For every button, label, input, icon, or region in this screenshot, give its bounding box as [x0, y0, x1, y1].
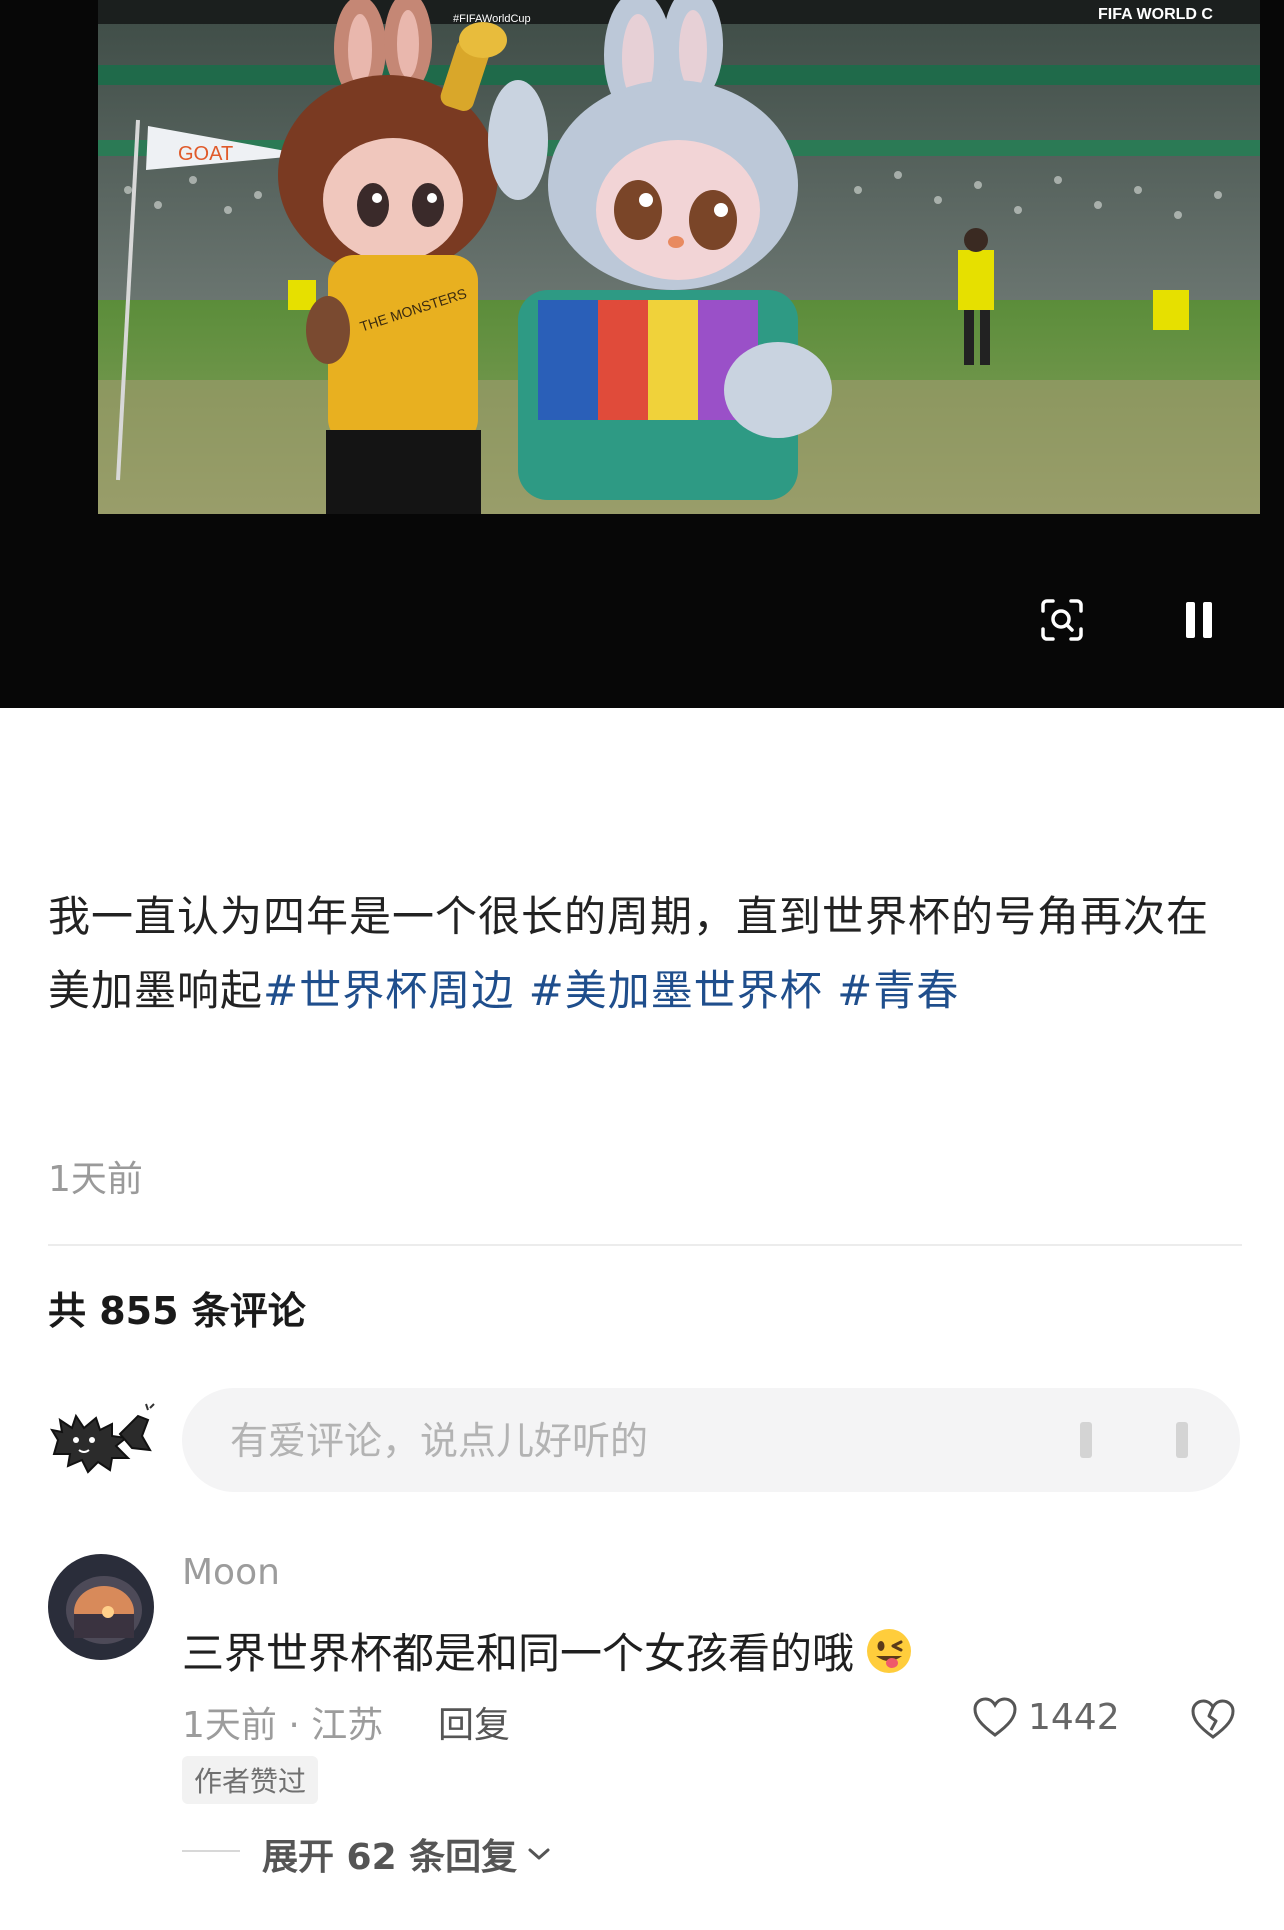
author-liked-badge: 作者赞过	[182, 1756, 319, 1804]
comment-input[interactable]	[228, 1388, 992, 1494]
dislike-button[interactable]	[1190, 1698, 1236, 1744]
comment-text: 三界世界杯都是和同一个女孩看的哦	[182, 1620, 914, 1681]
video-player[interactable]: FIFA WORLD C #FIFAWorldCup GOAT THE MONS…	[0, 0, 1284, 708]
my-avatar[interactable]	[46, 1400, 158, 1480]
cat-doodle-avatar	[49, 1403, 155, 1474]
emoji-tool-icon[interactable]	[1080, 1422, 1092, 1458]
like-button[interactable]: 1442	[972, 1696, 1120, 1738]
hashtag-overlay: #FIFAWorldCup	[453, 13, 531, 25]
avatar[interactable]	[48, 1554, 154, 1660]
comment-meta: 1天前 · 江苏	[182, 1705, 384, 1746]
hashtag-link[interactable]: #美加墨世界杯	[529, 966, 823, 1015]
like-count: 1442	[1028, 1696, 1120, 1738]
heart-icon	[973, 1697, 1017, 1737]
comment-count: 共 855 条评论	[48, 1289, 306, 1333]
post-timestamp: 1天前	[48, 1159, 143, 1200]
visual-search-icon	[1041, 599, 1083, 641]
expand-replies-button[interactable]: 展开 62 条回复	[262, 1828, 551, 1880]
chevron-down-icon	[528, 1848, 550, 1860]
expand-divider	[182, 1850, 240, 1852]
winking-face-with-tongue-icon	[867, 1628, 912, 1673]
hashtag-link[interactable]: #世界杯周边	[263, 966, 514, 1015]
divider	[48, 1244, 1242, 1246]
expand-replies-label: 展开 62 条回复	[262, 1837, 518, 1878]
broken-heart-icon	[1191, 1699, 1235, 1739]
flag-text: GOAT	[178, 143, 233, 165]
scoreboard-text: FIFA WORLD C	[1098, 6, 1213, 23]
pause-icon	[1186, 602, 1212, 638]
reply-button[interactable]: 回复	[438, 1696, 510, 1748]
visual-search-button[interactable]	[1033, 591, 1091, 649]
comment-body: 三界世界杯都是和同一个女孩看的哦	[182, 1629, 855, 1678]
comment-input-box[interactable]	[182, 1388, 1240, 1494]
video-frame: FIFA WORLD C #FIFAWorldCup GOAT THE MONS…	[98, 0, 1260, 514]
image-tool-icon[interactable]	[1176, 1422, 1188, 1458]
post-caption: 我一直认为四年是一个很长的周期，直到世界杯的号角再次在美加墨响起#世界杯周边 #…	[48, 880, 1248, 1028]
sunset-mirror-avatar	[48, 1554, 154, 1660]
hashtag-link[interactable]: #青春	[837, 966, 959, 1015]
pause-button[interactable]	[1170, 591, 1228, 649]
comment-username[interactable]: Moon	[182, 1552, 280, 1593]
